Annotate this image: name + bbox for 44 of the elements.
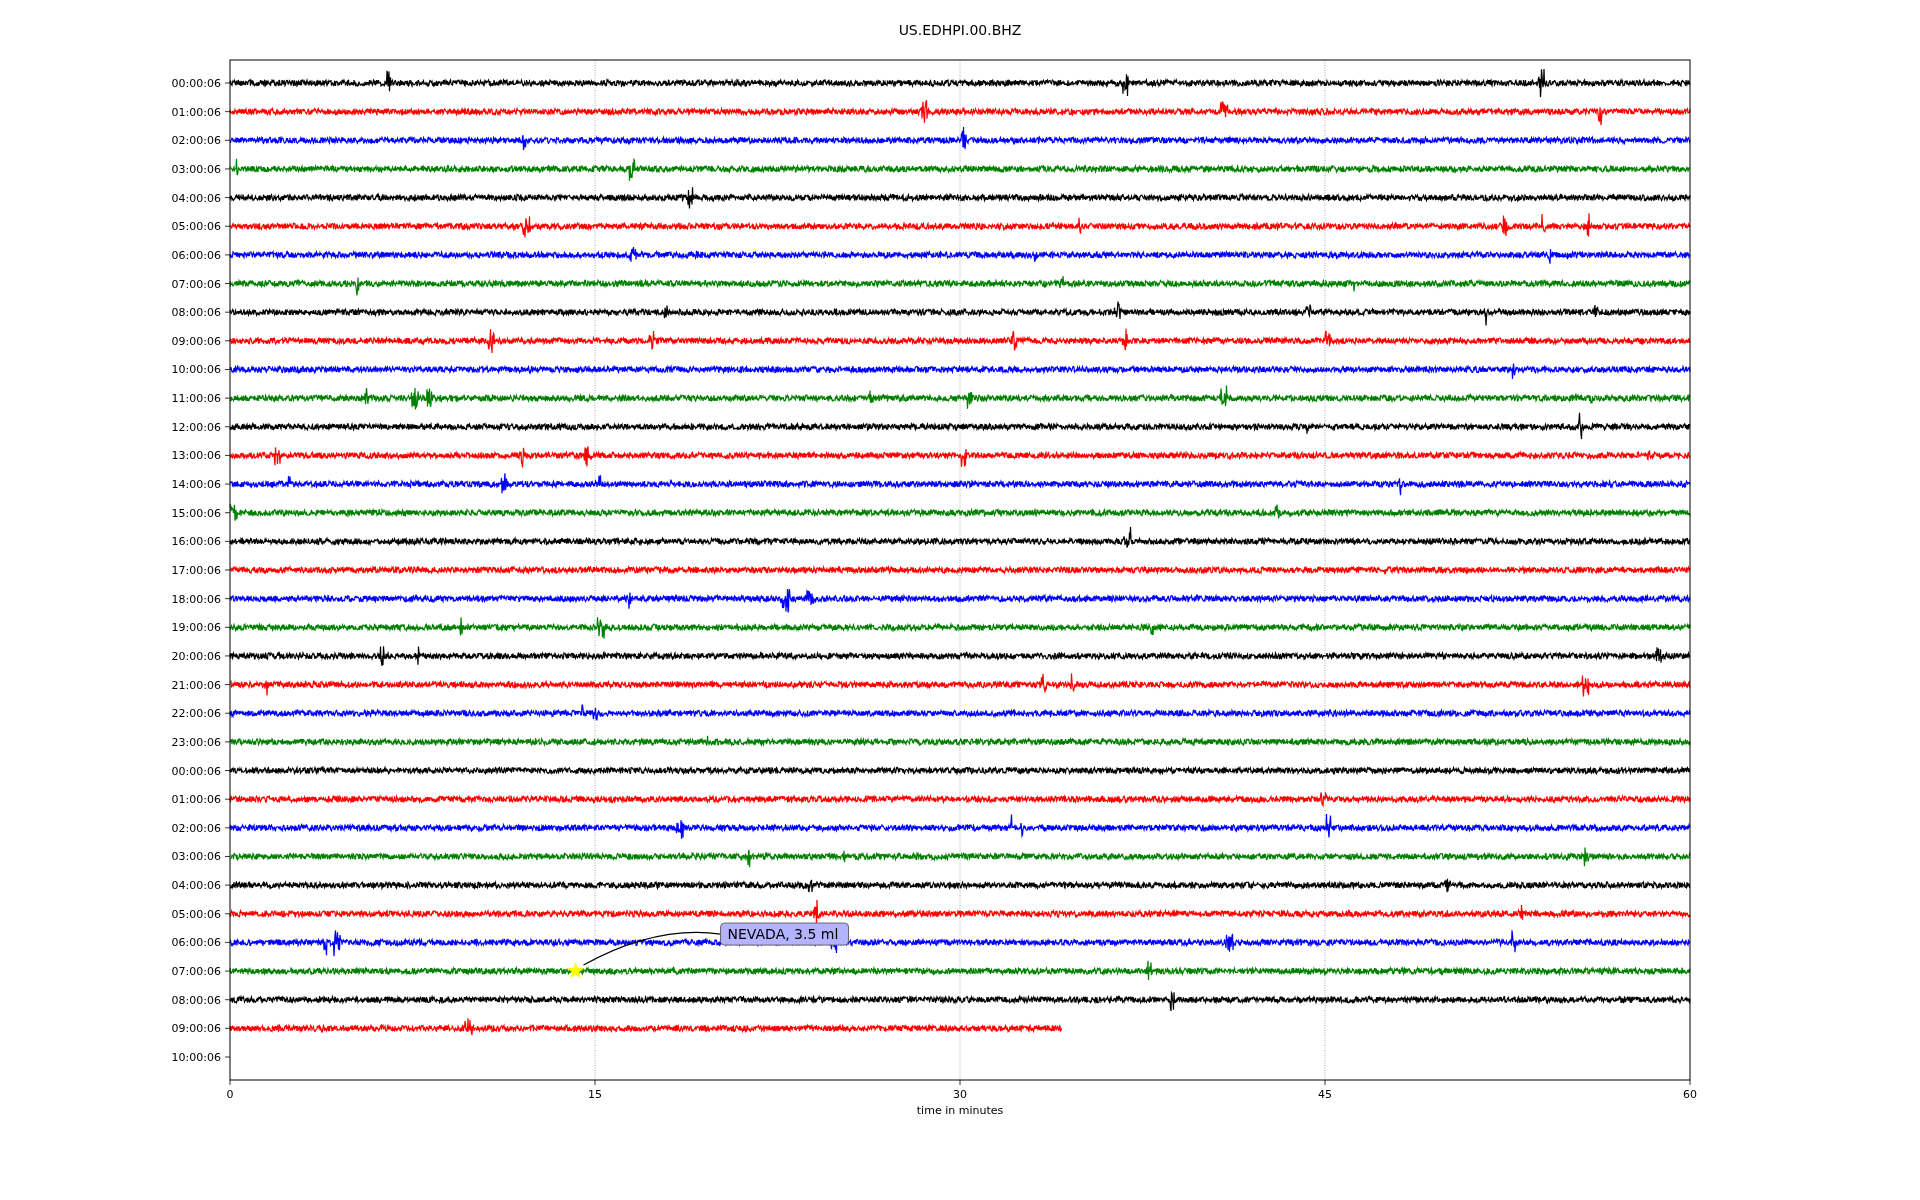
- row-time-label: 11:00:06: [171, 392, 221, 406]
- row-time-label: 10:00:06: [171, 363, 221, 377]
- axis-tick-label: 60: [1683, 1088, 1697, 1101]
- x-axis-label: time in minutes: [916, 1104, 1004, 1117]
- row-time-label: 13:00:06: [171, 449, 221, 463]
- row-time-label: 08:00:06: [171, 993, 221, 1007]
- row-time-label: 00:00:06: [171, 77, 221, 90]
- plot-title: US.EDHPI.00.BHZ: [898, 22, 1022, 38]
- axis-tick-label: 45: [1318, 1088, 1332, 1101]
- row-time-label: 12:00:06: [171, 420, 221, 434]
- row-time-label: 07:00:06: [171, 277, 221, 291]
- event-annotation: NEVADA, 3.5 ml: [582, 922, 850, 966]
- row-time-label: 04:00:06: [171, 879, 221, 893]
- row-time-label: 08:00:06: [171, 306, 221, 320]
- row-time-label: 09:00:06: [171, 1022, 221, 1036]
- row-time-label: 04:00:06: [171, 191, 221, 205]
- row-time-label: 06:00:06: [171, 248, 221, 262]
- row-time-label: 00:00:06: [171, 764, 221, 778]
- axis-tick-label: 0: [226, 1088, 234, 1101]
- row-time-label: 20:00:06: [171, 649, 221, 663]
- row-time-label: 03:00:06: [171, 162, 221, 176]
- row-time-label: 18:00:06: [171, 592, 221, 606]
- star-icon: [567, 962, 585, 979]
- row-time-label: 06:00:06: [171, 936, 221, 950]
- axis-tick-label: 15: [588, 1088, 602, 1101]
- row-time-label: 01:00:06: [171, 105, 221, 119]
- row-time-label: 01:00:06: [171, 793, 221, 807]
- row-time-label: 03:00:06: [171, 850, 221, 864]
- row-time-label: 21:00:06: [171, 678, 221, 692]
- row-time-label: 02:00:06: [171, 134, 221, 148]
- row-time-label: 22:00:06: [171, 707, 221, 721]
- row-time-label: 02:00:06: [171, 821, 221, 835]
- row-time-label: 17:00:06: [171, 564, 221, 577]
- row-time-label: 10:00:06: [171, 1051, 221, 1064]
- row-time-label: 07:00:06: [171, 965, 221, 979]
- row-time-label: 09:00:06: [171, 334, 221, 348]
- row-time-label: 15:00:06: [171, 506, 221, 520]
- axis-tick-label: 30: [953, 1088, 967, 1101]
- row-time-label: 23:00:06: [171, 735, 221, 749]
- row-time-label: 14:00:06: [171, 478, 221, 492]
- row-time-label: 05:00:06: [171, 907, 221, 921]
- row-time-label: 16:00:06: [171, 535, 221, 549]
- row-time-label: 05:00:06: [171, 220, 221, 234]
- row-time-label: 19:00:06: [171, 621, 221, 635]
